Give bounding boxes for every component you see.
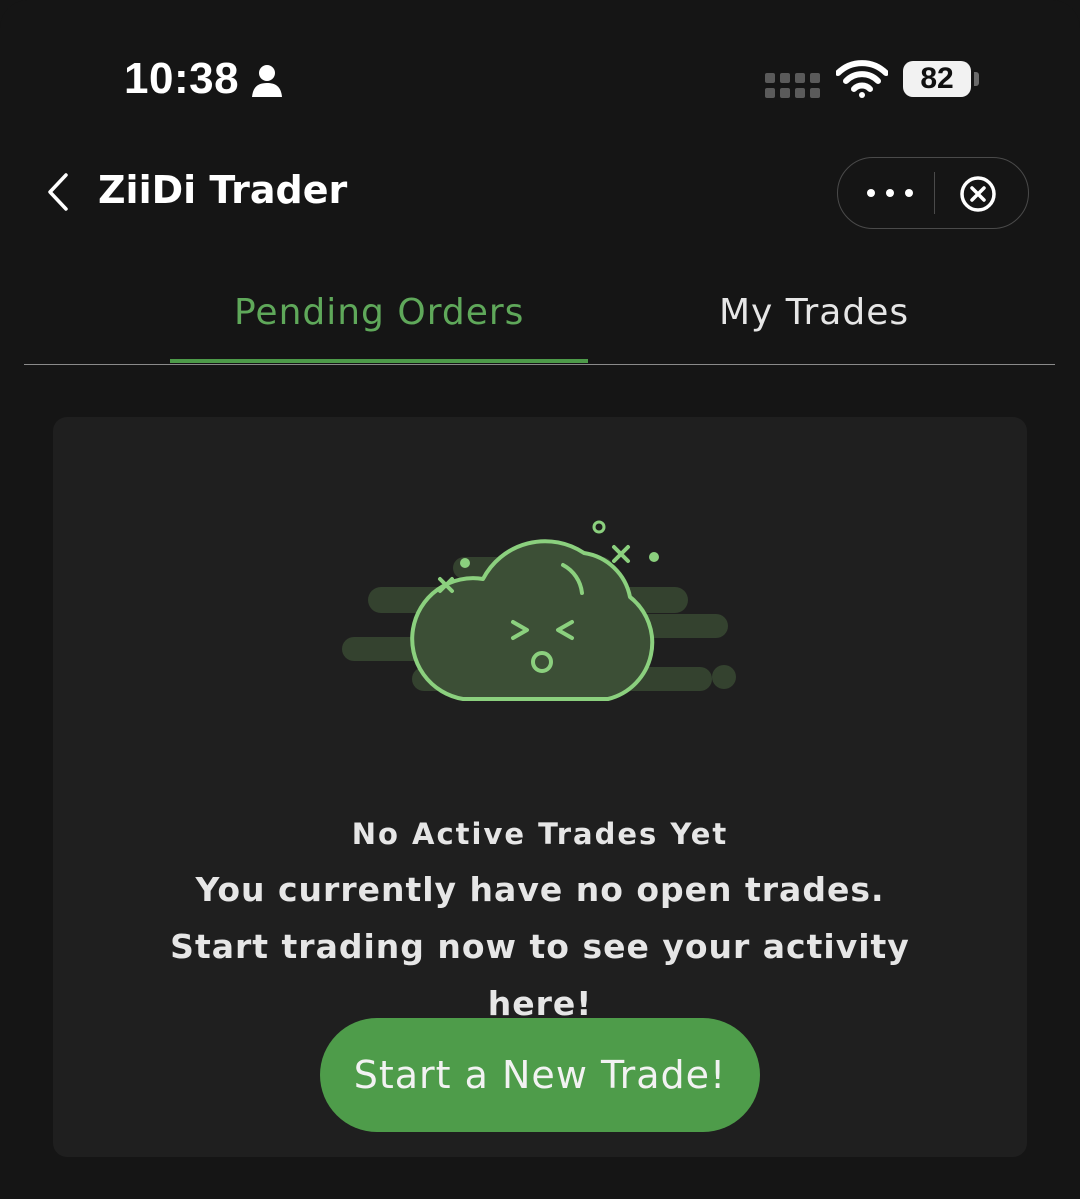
- empty-state-message: You currently have no open trades. Start…: [170, 870, 910, 1023]
- more-button[interactable]: [838, 158, 934, 228]
- mini-program-capsule: [837, 157, 1029, 229]
- start-new-trade-button[interactable]: Start a New Trade!: [320, 1018, 760, 1132]
- battery-cap: [974, 72, 979, 86]
- tab-my-trades[interactable]: My Trades: [719, 292, 909, 333]
- status-time: 10:38: [124, 54, 240, 103]
- battery-icon: 82: [903, 61, 971, 97]
- wifi-icon: [836, 60, 888, 98]
- sad-cloud-illustration: [342, 520, 736, 701]
- close-button[interactable]: [935, 158, 1029, 228]
- person-icon: [252, 65, 282, 97]
- more-dots-icon: [867, 189, 913, 197]
- tab-pending-orders[interactable]: Pending Orders: [234, 292, 524, 333]
- app-screen: 10:38 82 ZiiDi Trader Pending Orders My …: [0, 0, 1080, 1199]
- chevron-left-icon[interactable]: [44, 172, 72, 212]
- active-tab-indicator: [170, 359, 588, 363]
- empty-state-card: No Active Trades Yet You currently have …: [53, 417, 1027, 1157]
- empty-state-title: No Active Trades Yet: [351, 817, 729, 851]
- page-title: ZiiDi Trader: [98, 168, 348, 212]
- tab-bar: Pending Orders My Trades: [24, 282, 1055, 365]
- close-circle-icon: [960, 176, 996, 212]
- cellular-signal-icon: [765, 73, 820, 98]
